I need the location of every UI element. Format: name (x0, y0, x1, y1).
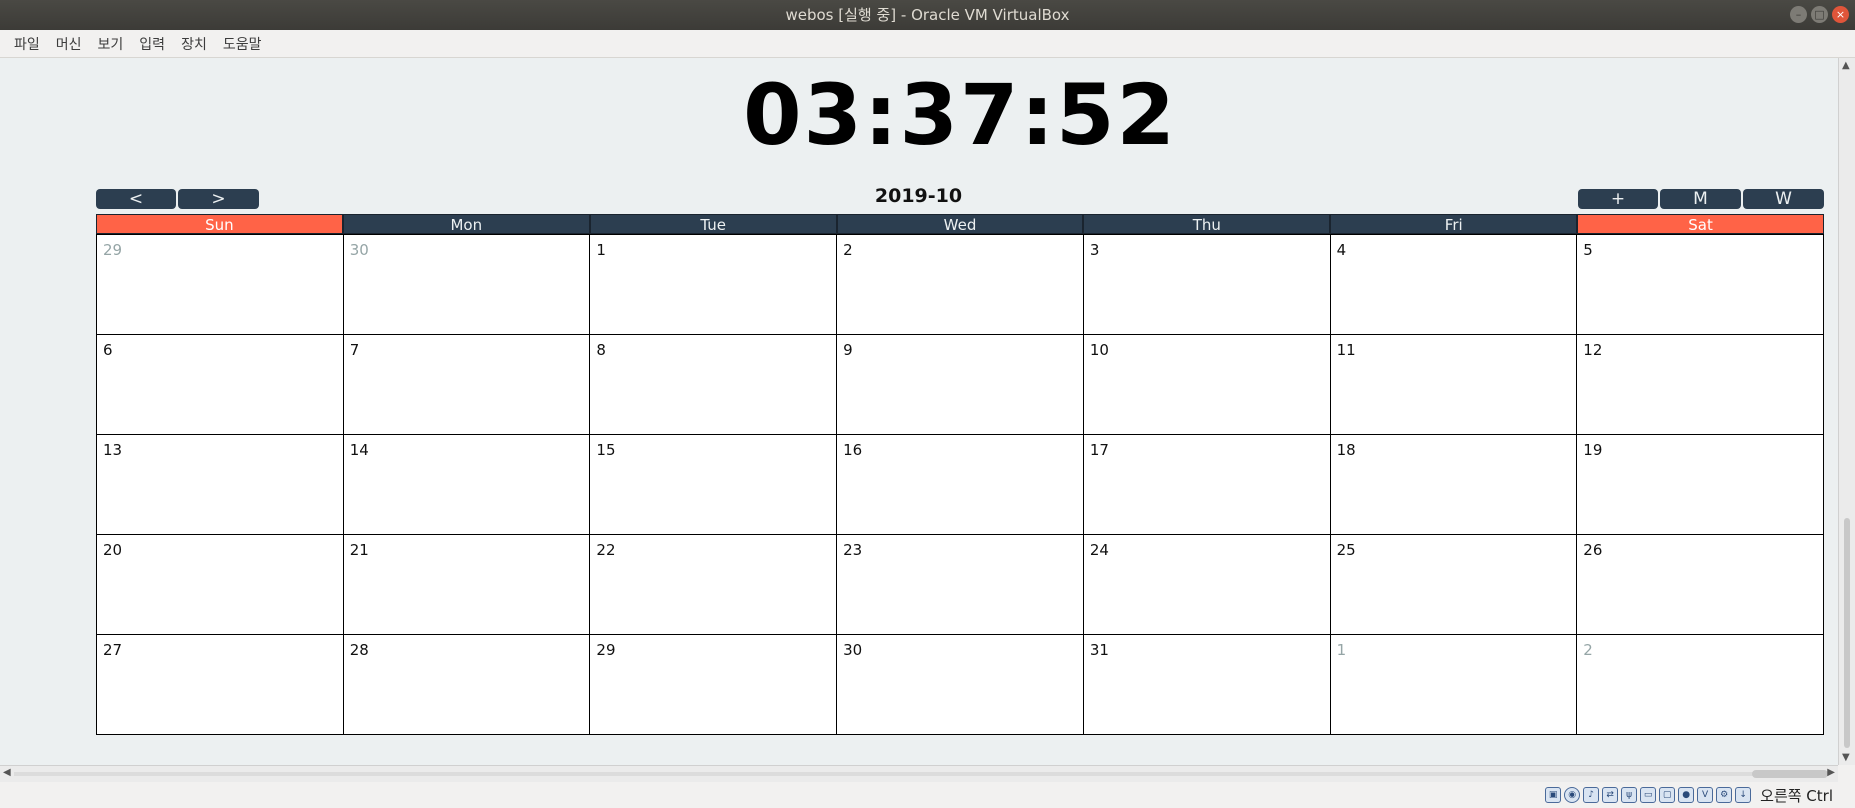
virtualization-icon[interactable]: ⚙ (1716, 787, 1733, 803)
calendar-days: 29 30 1 2 3 4 5 6 7 8 9 10 11 12 13 14 15 16 17 18 19 20 21 22 2… (96, 234, 1824, 735)
calendar-day-cell[interactable]: 23 (837, 535, 1084, 635)
week-view-button[interactable]: W (1743, 189, 1824, 209)
weekday-mon: Mon (342, 214, 590, 234)
calendar-day-cell[interactable]: 9 (837, 335, 1084, 435)
calendar-day-cell[interactable]: 2 (1577, 635, 1824, 735)
calendar-day-cell[interactable]: 13 (97, 435, 344, 535)
menu-file[interactable]: 파일 (6, 34, 48, 54)
calendar-day-cell[interactable]: 31 (1083, 635, 1331, 735)
calendar-day-cell[interactable]: 7 (343, 335, 591, 435)
calendar-day-cell[interactable]: 14 (343, 435, 591, 535)
scroll-up-icon[interactable]: ▲ (1842, 60, 1850, 71)
menu-view[interactable]: 보기 (90, 34, 132, 54)
calendar-day-cell[interactable]: 1 (590, 235, 838, 335)
scroll-left-icon[interactable]: ◀ (3, 767, 11, 778)
calendar-day-cell[interactable]: 5 (1577, 235, 1824, 335)
calendar-day-cell[interactable]: 21 (343, 535, 591, 635)
month-view-button[interactable]: M (1660, 189, 1741, 209)
shared-folders-icon[interactable]: ▭ (1640, 787, 1657, 803)
vertical-scrollbar[interactable]: ▲ ▼ (1838, 58, 1855, 765)
calendar-day-cell[interactable]: 22 (590, 535, 838, 635)
calendar-day-cell[interactable]: 15 (590, 435, 838, 535)
weekday-tue: Tue (589, 214, 837, 234)
minimize-button[interactable]: – (1790, 6, 1807, 23)
calendar-day-cell[interactable]: 28 (343, 635, 591, 735)
calendar-day-cell[interactable]: 4 (1330, 235, 1578, 335)
calendar-day-cell[interactable]: 30 (837, 635, 1084, 735)
calendar-day-cell[interactable]: 16 (837, 435, 1084, 535)
month-title: 2019-10 (874, 185, 963, 207)
audio-icon[interactable]: ♪ (1583, 787, 1600, 803)
network-icon[interactable]: ⇄ (1602, 787, 1619, 803)
calendar-grid: Sun Mon Tue Wed Thu Fri Sat 29 30 1 2 3 4 5 6 7 8… (96, 214, 1825, 735)
virtualbox-window: webos [실행 중] - Oracle VM VirtualBox – □ … (0, 0, 1855, 808)
vrde-icon[interactable]: V (1697, 787, 1714, 803)
horizontal-scroll-track[interactable] (14, 772, 1824, 776)
close-button[interactable]: × (1832, 6, 1849, 23)
clock-display: 03:37:52 (743, 66, 1177, 164)
status-bar: ▣ ◉ ♪ ⇄ ψ ▭ ▢ ● V ⚙ ↓ 오른쪽 Ctrl (0, 782, 1855, 808)
calendar-day-cell[interactable]: 25 (1330, 535, 1578, 635)
menu-bar: 파일 머신 보기 입력 장치 도움말 (0, 30, 1855, 58)
calendar-day-cell[interactable]: 1 (1330, 635, 1578, 735)
calendar-day-cell[interactable]: 11 (1330, 335, 1578, 435)
weekday-header-row: Sun Mon Tue Wed Thu Fri Sat (96, 214, 1825, 234)
host-key-label: 오른쪽 Ctrl (1760, 786, 1833, 805)
window-title: webos [실행 중] - Oracle VM VirtualBox (785, 6, 1070, 24)
weekday-sat: Sat (1577, 214, 1825, 234)
calendar-day-cell[interactable]: 30 (343, 235, 591, 335)
calendar-day-cell[interactable]: 29 (97, 235, 344, 335)
weekday-fri: Fri (1330, 214, 1578, 234)
scroll-down-icon[interactable]: ▼ (1842, 752, 1850, 763)
calendar-day-cell[interactable]: 26 (1577, 535, 1824, 635)
optical-drive-icon[interactable]: ◉ (1564, 787, 1581, 803)
weekday-thu: Thu (1083, 214, 1331, 234)
calendar-day-cell[interactable]: 6 (97, 335, 344, 435)
recording-icon[interactable]: ● (1678, 787, 1695, 803)
mouse-integration-icon[interactable]: ↓ (1735, 787, 1752, 803)
menu-devices[interactable]: 장치 (173, 34, 215, 54)
horizontal-scrollbar[interactable]: ◀ ▶ (0, 765, 1838, 782)
title-bar: webos [실행 중] - Oracle VM VirtualBox – □ … (0, 0, 1855, 30)
calendar-day-cell[interactable]: 12 (1577, 335, 1824, 435)
weekday-sun: Sun (96, 214, 343, 234)
weekday-wed: Wed (836, 214, 1084, 234)
calendar-day-cell[interactable]: 24 (1083, 535, 1331, 635)
window-controls: – □ × (1790, 6, 1849, 23)
prev-month-button[interactable]: < (96, 189, 176, 209)
vertical-scroll-thumb[interactable] (1844, 518, 1850, 748)
menu-input[interactable]: 입력 (131, 34, 173, 54)
calendar-day-cell[interactable]: 2 (837, 235, 1084, 335)
calendar-day-cell[interactable]: 27 (97, 635, 344, 735)
menu-help[interactable]: 도움말 (215, 34, 270, 54)
next-month-button[interactable]: > (178, 189, 259, 209)
calendar-day-cell[interactable]: 17 (1083, 435, 1331, 535)
usb-icon[interactable]: ψ (1621, 787, 1638, 803)
horizontal-scroll-thumb[interactable] (1752, 770, 1828, 778)
calendar-day-cell[interactable]: 8 (590, 335, 838, 435)
hard-disk-icon[interactable]: ▣ (1545, 787, 1562, 803)
calendar-day-cell[interactable]: 19 (1577, 435, 1824, 535)
calendar-day-cell[interactable]: 18 (1330, 435, 1578, 535)
calendar-day-cell[interactable]: 20 (97, 535, 344, 635)
display-icon[interactable]: ▢ (1659, 787, 1676, 803)
calendar-day-cell[interactable]: 10 (1083, 335, 1331, 435)
add-event-button[interactable]: + (1578, 189, 1658, 209)
maximize-button[interactable]: □ (1811, 6, 1828, 23)
menu-machine[interactable]: 머신 (48, 34, 90, 54)
vm-display[interactable]: 03:37:52 < > 2019-10 + M W Sun Mon Tue W… (0, 58, 1838, 765)
calendar-day-cell[interactable]: 3 (1083, 235, 1331, 335)
calendar-day-cell[interactable]: 29 (590, 635, 838, 735)
scroll-right-icon[interactable]: ▶ (1827, 767, 1835, 778)
